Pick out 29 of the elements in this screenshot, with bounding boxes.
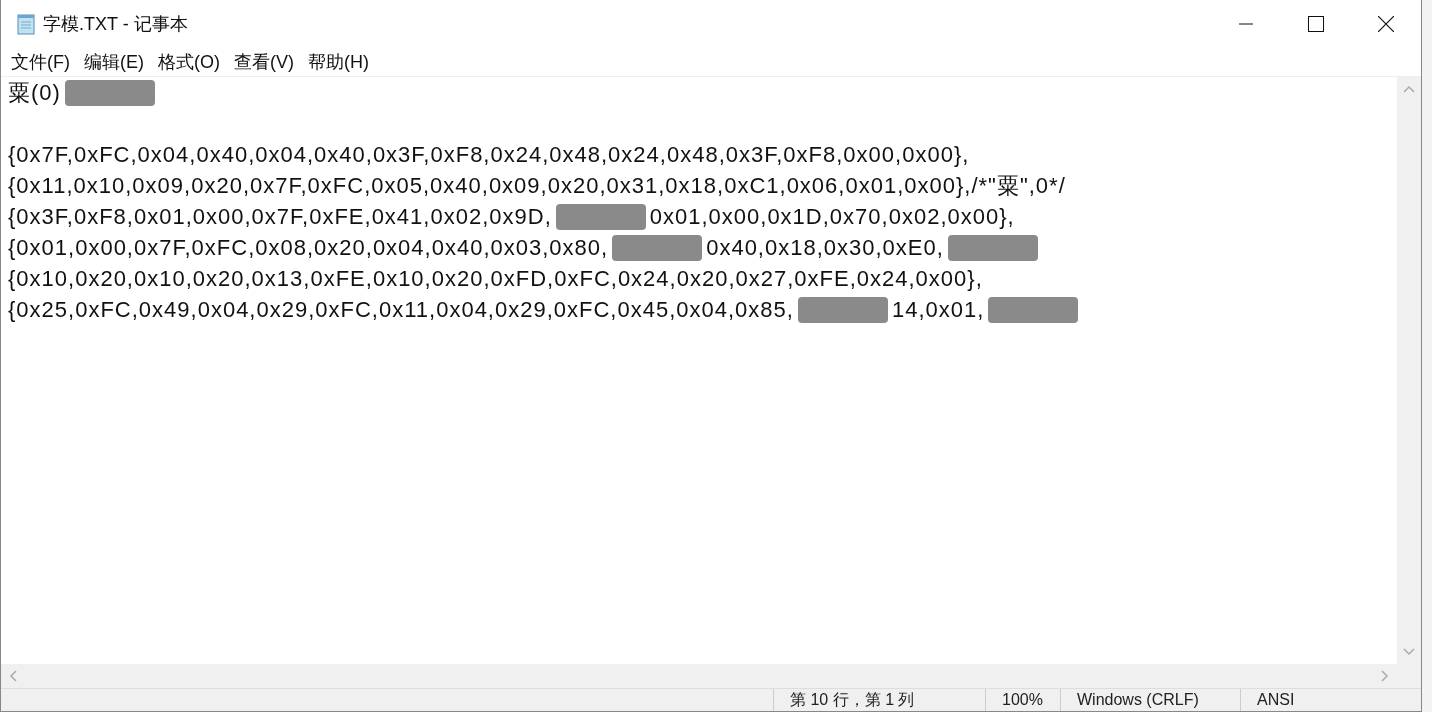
status-field: 100%: [985, 689, 1060, 711]
notepad-icon: [15, 13, 37, 35]
text-line: 14,0x01,: [891, 296, 985, 324]
status-field: Windows (CRLF): [1060, 689, 1240, 711]
menu-item[interactable]: 格式(O): [151, 48, 227, 76]
text-line: {0x3F,0xF8,0x01,0x00,0x7F,0xFE,0x41,0x02,0x9D,: [8, 203, 552, 231]
text-line: {0x10,0x20,0x10,0x20,0x13,0xFE,0x10,0x20,0xFD,0xFC,0x24,0x20,0x27,0xFE,0x24,0x00},: [8, 265, 983, 293]
window-title: 字模.TXT - 记事本: [43, 13, 189, 36]
scroll-up-icon[interactable]: [1403, 85, 1415, 93]
menu-item[interactable]: 文件(F): [4, 48, 77, 76]
scroll-right-icon[interactable]: [1381, 670, 1389, 682]
horizontal-scrollbar[interactable]: [1, 664, 1397, 688]
text-line: {0x7F,0xFC,0x04,0x40,0x04,0x40,0x3F,0xF8,0x24,0x48,0x24,0x48,0x3F,0xF8,0x00,0x00},: [8, 141, 970, 169]
text-line: 粟(0): [8, 79, 61, 107]
maximize-icon: [1308, 16, 1324, 32]
status-field: ANSI: [1240, 689, 1360, 711]
text-line: 0x01,0x00,0x1D,0x70,0x02,0x00},: [649, 203, 1015, 231]
menu-item[interactable]: 帮助(H): [301, 48, 376, 76]
menu-item[interactable]: 编辑(E): [77, 48, 151, 76]
status-field: 第 10 行，第 1 列: [773, 689, 985, 711]
scroll-down-icon[interactable]: [1403, 648, 1415, 656]
menu-item[interactable]: 查看(V): [227, 48, 301, 76]
scroll-left-icon[interactable]: [9, 670, 17, 682]
text-line: {0x01,0x00,0x7F,0xFC,0x08,0x20,0x04,0x40,0x03,0x80,: [8, 234, 609, 262]
close-icon: [1378, 16, 1394, 32]
vertical-scrollbar[interactable]: [1397, 77, 1421, 664]
text-line: {0x11,0x10,0x09,0x20,0x7F,0xFC,0x05,0x40,0x09,0x20,0x31,0x18,0xC1,0x06,0x01,0x00},/*"粟",0*/: [8, 172, 1066, 200]
text-line: {0x25,0xFC,0x49,0x04,0x29,0xFC,0x11,0x04,0x29,0xFC,0x45,0x04,0x85,: [8, 296, 794, 324]
text-line: 0x40,0x18,0x30,0xE0,: [706, 234, 944, 262]
